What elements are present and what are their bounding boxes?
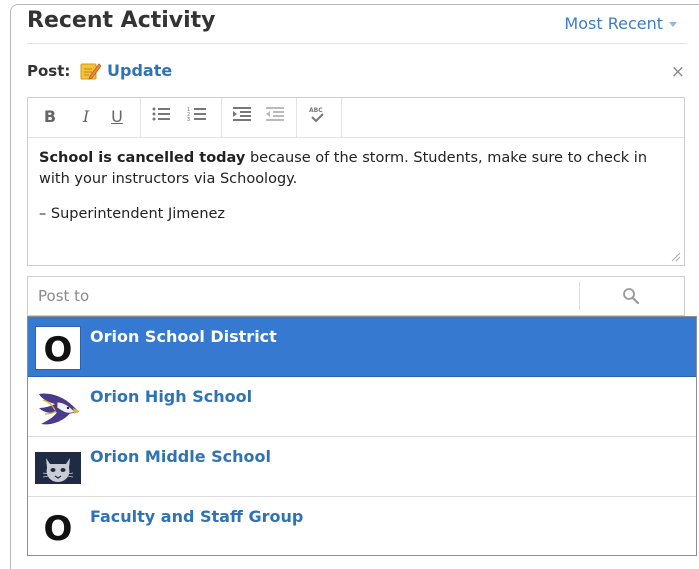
underline-button[interactable]: U — [106, 106, 128, 128]
option-label: Orion School District — [90, 327, 277, 346]
toolbar-divider — [341, 98, 342, 138]
post-signature: – Superintendent Jimenez — [39, 206, 226, 222]
dropdown-option-orion-school-district[interactable]: O Orion School District — [28, 317, 696, 377]
chevron-down-icon — [669, 22, 677, 27]
toolbar-divider — [296, 98, 297, 138]
recent-activity-header: Recent Activity Most Recent — [27, 6, 687, 44]
sort-dropdown[interactable]: Most Recent — [564, 14, 677, 33]
toolbar-divider — [221, 98, 222, 138]
bullet-list-button[interactable] — [150, 106, 172, 128]
outdent-button[interactable] — [264, 106, 286, 128]
numbered-list-button[interactable]: 1 2 3 — [186, 106, 208, 128]
dropdown-option-orion-middle-school[interactable]: Orion Middle School — [28, 437, 696, 497]
wildcat-logo-icon — [35, 452, 81, 484]
option-label: Orion Middle School — [90, 447, 272, 466]
search-icon[interactable] — [622, 287, 640, 305]
eagle-logo-icon — [39, 393, 79, 425]
numbered-list-icon: 1 2 3 — [187, 107, 206, 123]
indent-button[interactable] — [231, 106, 253, 128]
district-logo: O — [35, 326, 81, 370]
bold-button[interactable]: B — [39, 106, 61, 128]
group-logo: O — [35, 506, 81, 550]
indent-icon — [233, 107, 251, 121]
pencil-note-icon — [80, 63, 101, 80]
page-title: Recent Activity — [27, 8, 216, 33]
post-to-input[interactable]: Post to — [38, 287, 89, 305]
option-label: Orion High School — [90, 387, 253, 406]
dropdown-option-faculty-and-staff-group[interactable]: O Faculty and Staff Group — [28, 497, 696, 557]
post-to-dropdown: O Orion School District Orion High Schoo… — [27, 316, 697, 556]
editor-toolbar: B I U 1 2 3 ABC — [28, 98, 684, 138]
svg-text:ABC: ABC — [309, 107, 323, 114]
spellcheck-icon: ABC — [309, 107, 324, 123]
post-body-bold-lead: School is cancelled today — [39, 150, 246, 166]
post-row: Post: Update × — [27, 60, 687, 86]
post-body-paragraph: School is cancelled today because of the… — [39, 148, 669, 190]
sort-label: Most Recent — [564, 14, 663, 33]
post-body-text[interactable]: School is cancelled today because of the… — [39, 148, 669, 225]
post-to-field[interactable]: Post to — [27, 276, 685, 316]
close-icon[interactable]: × — [671, 64, 685, 81]
toolbar-divider — [140, 98, 141, 138]
dropdown-option-orion-high-school[interactable]: Orion High School — [28, 377, 696, 437]
bullet-list-icon — [152, 107, 170, 121]
italic-button[interactable]: I — [75, 106, 97, 128]
post-label: Post: — [27, 62, 71, 80]
post-type-update-link[interactable]: Update — [107, 61, 172, 80]
outdent-icon — [266, 107, 284, 121]
spellcheck-button[interactable]: ABC — [306, 106, 328, 128]
post-editor[interactable]: B I U 1 2 3 ABC School is cancelled toda… — [27, 97, 685, 266]
post-to-divider — [579, 282, 580, 310]
option-label: Faculty and Staff Group — [90, 507, 304, 526]
svg-text:3: 3 — [187, 117, 190, 122]
resize-handle-icon[interactable] — [671, 252, 681, 262]
